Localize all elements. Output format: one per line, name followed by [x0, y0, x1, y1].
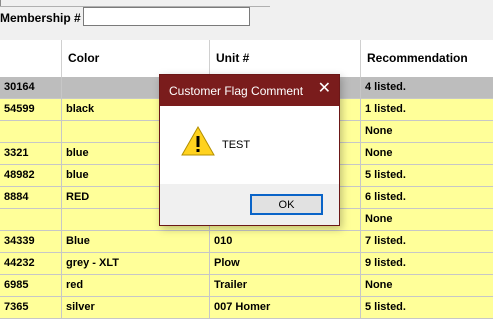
membership-label: Membership # — [0, 11, 81, 25]
column-header-recommendation[interactable]: Recommendation — [361, 40, 493, 77]
recommendation-cell: None — [365, 147, 393, 159]
unit-cell: 010 — [210, 231, 361, 252]
row-id-cell: 8884 — [0, 187, 62, 208]
recommendation-cell: 6 listed. — [365, 191, 406, 203]
column-header-color[interactable]: Color — [62, 40, 210, 77]
color-cell: grey - XLT — [62, 253, 210, 274]
recommendation-cell: None — [365, 279, 393, 291]
membership-input[interactable] — [83, 7, 250, 26]
color-cell: red — [62, 275, 210, 296]
customer-flag-dialog: Customer Flag Comment ✕ TEST OK — [159, 74, 340, 226]
row-id-cell: 30164 — [0, 77, 62, 98]
color-cell: Blue — [62, 231, 210, 252]
row-id-cell: 3321 — [0, 143, 62, 164]
row-id-cell: 48982 — [0, 165, 62, 186]
row-id-cell — [0, 209, 62, 230]
table-row[interactable]: 7365 silver 007 Homer 5 listed. — [0, 297, 493, 319]
recommendation-cell: 1 listed. — [365, 103, 406, 115]
row-id-cell: 6985 — [0, 275, 62, 296]
row-id-cell: 34339 — [0, 231, 62, 252]
recommendation-cell: None — [365, 125, 393, 137]
row-id-cell: 7365 — [0, 297, 62, 318]
column-header-id[interactable] — [0, 40, 62, 77]
row-id-cell — [0, 121, 62, 142]
unit-cell: Trailer — [210, 275, 361, 296]
row-id-cell: 54599 — [0, 99, 62, 120]
recommendation-cell: 9 listed. — [365, 257, 406, 269]
dialog-message: TEST — [222, 139, 251, 151]
top-form-area: Membership # — [0, 0, 493, 40]
recommendation-cell: 5 listed. — [365, 169, 406, 181]
dialog-title-bar[interactable]: Customer Flag Comment ✕ — [160, 75, 339, 106]
column-header-unit[interactable]: Unit # — [210, 40, 361, 77]
recommendation-cell: 5 listed. — [365, 301, 406, 313]
recommendation-cell: 7 listed. — [365, 235, 406, 247]
warning-icon — [181, 126, 215, 156]
ok-button[interactable]: OK — [250, 194, 323, 215]
color-cell: silver — [62, 297, 210, 318]
unit-cell: 007 Homer — [210, 297, 361, 318]
table-row[interactable]: 34339 Blue 010 7 listed. — [0, 231, 493, 253]
close-icon[interactable]: ✕ — [318, 81, 331, 97]
row-id-cell: 44232 — [0, 253, 62, 274]
dialog-title: Customer Flag Comment — [169, 84, 304, 98]
table-row[interactable]: 44232 grey - XLT Plow 9 listed. — [0, 253, 493, 275]
dialog-body: TEST — [160, 106, 339, 184]
dialog-footer: OK — [160, 184, 339, 225]
recommendation-cell: None — [365, 213, 393, 225]
table-row[interactable]: 6985 red Trailer None — [0, 275, 493, 297]
grid-header: Color Unit # Recommendation — [0, 40, 493, 78]
recommendation-cell: 4 listed. — [365, 81, 406, 93]
unit-cell: Plow — [210, 253, 361, 274]
